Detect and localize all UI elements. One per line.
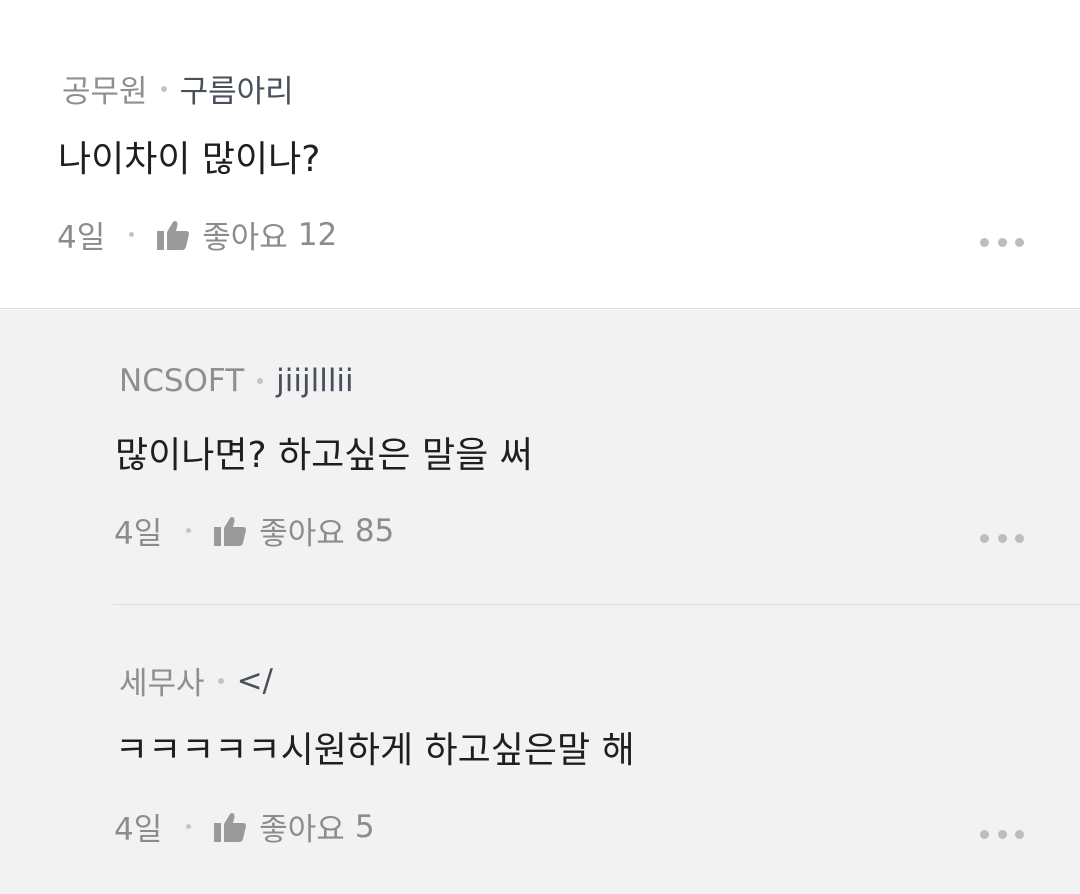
more-dot <box>1015 237 1024 247</box>
more-dots-icon <box>980 237 989 247</box>
like-label: 좋아요 <box>259 812 345 848</box>
reply-footer: 4일 좋아요 85 <box>114 508 394 553</box>
more-options-button[interactable] <box>980 533 1024 543</box>
like-count: 85 <box>354 512 395 549</box>
reply-author-line: NCSOFT jiijlllii <box>119 363 354 399</box>
reply-text: ㅋㅋㅋㅋㅋ시원하게 하고싶은말 해 <box>115 730 635 771</box>
reply: 세무사 </ ㅋㅋㅋㅋㅋ시원하게 하고싶은말 해 4일 좋아요 5 <box>0 606 1080 894</box>
author-nickname[interactable]: </ <box>237 663 273 699</box>
like-button[interactable]: 좋아요 12 <box>156 212 337 257</box>
reply-divider <box>113 604 1080 605</box>
more-dot <box>1015 829 1024 839</box>
replies-section: NCSOFT jiijlllii 많이나면? 하고싶은 말을 써 4일 좋아요 … <box>0 310 1080 894</box>
thumbs-up-icon <box>214 812 247 842</box>
separator-dot <box>186 824 192 829</box>
like-label: 좋아요 <box>202 220 288 256</box>
more-options-button[interactable] <box>980 237 1024 247</box>
more-dot <box>997 533 1007 543</box>
comment-footer: 4일 좋아요 12 <box>57 212 337 257</box>
author-nickname[interactable]: 구름아리 <box>180 66 294 111</box>
separator-dot <box>160 85 167 92</box>
like-button[interactable]: 좋아요 85 <box>213 508 394 553</box>
separator-dot <box>129 232 135 237</box>
reply: NCSOFT jiijlllii 많이나면? 하고싶은 말을 써 4일 좋아요 … <box>0 310 1080 605</box>
author-job: NCSOFT <box>119 363 245 399</box>
reply-author-line: 세무사 </ <box>119 658 273 703</box>
thumbs-up-icon <box>157 220 190 250</box>
separator-dot <box>257 378 264 384</box>
author-job: 공무원 <box>62 74 148 110</box>
comment-author-line: 공무원 구름아리 <box>62 66 294 111</box>
more-dots-icon <box>980 829 989 839</box>
more-dot <box>997 829 1007 839</box>
separator-dot <box>186 528 192 533</box>
like-button[interactable]: 좋아요 5 <box>213 804 375 849</box>
like-count: 5 <box>354 808 375 845</box>
thumbs-up-icon <box>214 516 247 546</box>
reply-time: 4일 <box>114 812 163 848</box>
comment-time: 4일 <box>57 220 106 256</box>
more-dot <box>1015 533 1024 543</box>
reply-time: 4일 <box>114 516 163 552</box>
reply-text: 많이나면? 하고싶은 말을 써 <box>115 435 533 476</box>
separator-dot <box>217 677 224 684</box>
more-options-button[interactable] <box>980 829 1024 839</box>
reply-footer: 4일 좋아요 5 <box>114 804 375 849</box>
comment: 공무원 구름아리 나이차이 많이나? 4일 좋아요 12 <box>0 0 1080 309</box>
more-dot <box>997 237 1007 247</box>
comment-text: 나이차이 많이나? <box>58 139 321 180</box>
more-dots-icon <box>980 533 989 543</box>
like-count: 12 <box>297 216 338 253</box>
author-nickname[interactable]: jiijlllii <box>276 363 354 399</box>
like-label: 좋아요 <box>259 516 345 552</box>
author-job: 세무사 <box>119 666 205 702</box>
